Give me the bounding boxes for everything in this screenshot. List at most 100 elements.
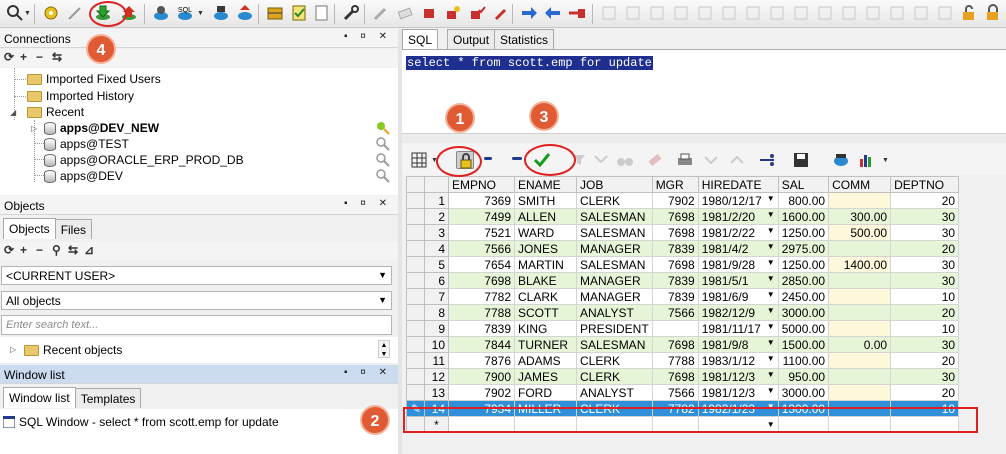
chevron-down-icon[interactable]: ▼ xyxy=(767,194,775,203)
refresh-icon[interactable]: ⟳ xyxy=(4,50,14,64)
filter-icon[interactable]: ⊿ xyxy=(84,243,94,257)
table-row[interactable]: 6 7698 BLAKE MANAGER 7839 1981/5/1 ▼ 2850.00 30 xyxy=(406,272,960,289)
column-header-ename[interactable]: ENAME xyxy=(514,176,577,193)
cell-job[interactable]: MANAGER xyxy=(576,240,653,257)
cell-ename[interactable]: SMITH xyxy=(514,192,577,209)
cell-deptno[interactable]: 20 xyxy=(890,384,960,401)
table-row[interactable]: 2 7499 ALLEN SALESMAN 7698 1981/2/20 ▼ 1600.00 3… xyxy=(406,208,960,225)
connection-apps-oracle-erp-prod-db[interactable]: apps@ORACLE_ERP_PROD_DB xyxy=(44,152,244,168)
cell-job[interactable]: SALESMAN xyxy=(576,256,653,273)
row-indicator[interactable] xyxy=(406,384,425,401)
cell-sal[interactable]: 1250.00 xyxy=(777,224,830,241)
cell-comm[interactable] xyxy=(828,240,892,257)
cell-deptno[interactable]: 20 xyxy=(890,352,960,369)
cell-deptno[interactable]: 30 xyxy=(890,368,960,385)
cell-hiredate[interactable]: 1981/4/2 ▼ xyxy=(697,240,779,257)
cell-empno[interactable]: 7698 xyxy=(448,272,515,289)
cell-ename[interactable]: TURNER xyxy=(514,336,577,353)
cell-mgr[interactable]: 7788 xyxy=(651,352,699,369)
cell-job[interactable]: SALESMAN xyxy=(576,224,653,241)
db-sql-icon[interactable] xyxy=(152,4,170,22)
cell-mgr[interactable]: 7698 xyxy=(651,336,699,353)
chevron-down-icon[interactable]: ▼ xyxy=(767,370,775,379)
sort-icon[interactable] xyxy=(592,151,610,169)
cell-mgr[interactable]: 7566 xyxy=(651,304,699,321)
connection-apps-dev[interactable]: apps@DEV xyxy=(44,168,123,184)
eraser-icon[interactable] xyxy=(396,4,414,22)
tab-output[interactable]: Output xyxy=(447,29,496,49)
tab-templates[interactable]: Templates xyxy=(74,388,142,408)
db-export-icon[interactable] xyxy=(236,4,254,22)
editor-splitter[interactable] xyxy=(402,133,1006,143)
red-yellow-tool-icon[interactable] xyxy=(444,4,462,22)
cell-mgr[interactable]: 7698 xyxy=(651,224,699,241)
column-header-empno[interactable]: EMPNO xyxy=(448,176,515,193)
refresh-icon[interactable]: ⟳ xyxy=(4,243,14,257)
tab-sql[interactable]: SQL xyxy=(402,29,439,50)
cell-deptno[interactable]: 20 xyxy=(890,192,960,209)
chevron-down-icon[interactable]: ▼ xyxy=(767,258,775,267)
cell-deptno[interactable]: 30 xyxy=(890,336,960,353)
brush-icon[interactable] xyxy=(372,4,390,22)
binoculars-icon[interactable] xyxy=(616,151,634,169)
table-row[interactable]: 9 7839 KING PRESIDENT 1981/11/17 ▼ 5000.00 10 xyxy=(406,320,960,337)
cell-empno[interactable]: 7900 xyxy=(448,368,515,385)
wand-icon[interactable] xyxy=(66,4,84,22)
delete-record-icon[interactable] xyxy=(512,157,522,160)
column-header-mgr[interactable]: MGR xyxy=(651,176,699,193)
red-pen-icon[interactable] xyxy=(492,4,510,22)
disabled-tool-icon-11[interactable] xyxy=(840,4,858,22)
cell-ename[interactable]: BLAKE xyxy=(514,272,577,289)
object-filter-combo[interactable]: All objects ▼ xyxy=(1,291,392,310)
cell-sal[interactable]: 800.00 xyxy=(777,192,830,209)
red-check-tool-icon[interactable] xyxy=(468,4,486,22)
cell-deptno[interactable]: 10 xyxy=(890,320,960,337)
chevron-down-icon[interactable]: ▼ xyxy=(767,354,775,363)
table-row[interactable]: 4 7566 JONES MANAGER 7839 1981/4/2 ▼ 2975.00 20 xyxy=(406,240,960,257)
tree-item-imported-fixed-users[interactable]: Imported Fixed Users xyxy=(27,71,161,87)
cell-mgr[interactable]: 7902 xyxy=(651,192,699,209)
cell-ename[interactable]: CLARK xyxy=(514,288,577,305)
cell-empno[interactable]: 7521 xyxy=(448,224,515,241)
pane-controls[interactable]: ▪ ¤ ✕ xyxy=(344,198,392,209)
cell-hiredate[interactable]: 1981/12/3 ▼ xyxy=(697,368,779,385)
expand-icon[interactable]: ▷ xyxy=(31,124,37,133)
disabled-tool-icon-14[interactable] xyxy=(912,4,930,22)
cell-hiredate[interactable]: 1981/5/1 ▼ xyxy=(697,272,779,289)
table-row[interactable]: 7 7782 CLARK MANAGER 7839 1981/6/9 ▼ 2450.00 10 xyxy=(406,288,960,305)
cell-hiredate[interactable]: 1981/2/20 ▼ xyxy=(697,208,779,225)
table-row[interactable]: 12 7900 JAMES CLERK 7698 1981/12/3 ▼ 950.00 30 xyxy=(406,368,960,385)
table-row[interactable]: 5 7654 MARTIN SALESMAN 7698 1981/9/28 ▼ 1250.00… xyxy=(406,256,960,273)
cell-job[interactable]: CLERK xyxy=(576,352,653,369)
window-list-item[interactable]: SQL Window - select * from scott.emp for… xyxy=(3,414,279,430)
row-indicator[interactable] xyxy=(406,352,425,369)
cell-job[interactable]: CLERK xyxy=(576,192,653,209)
cell-sal[interactable]: 2850.00 xyxy=(777,272,830,289)
cell-comm[interactable]: 1400.00 xyxy=(828,256,892,273)
scrollbar[interactable]: ▲ ▼ xyxy=(378,340,390,358)
gear-icon[interactable] xyxy=(42,4,60,22)
cell-comm[interactable]: 500.00 xyxy=(828,224,892,241)
column-header-hiredate[interactable]: HIREDATE xyxy=(697,176,779,193)
lock-closed-icon[interactable] xyxy=(984,4,1002,22)
cell-empno[interactable]: 7839 xyxy=(448,320,515,337)
pane-controls[interactable]: ▪ ¤ ✕ xyxy=(344,367,392,378)
cell-empno[interactable]: 7876 xyxy=(448,352,515,369)
cell-deptno[interactable]: 30 xyxy=(890,224,960,241)
cell-mgr[interactable]: 7698 xyxy=(651,256,699,273)
cell-ename[interactable]: WARD xyxy=(514,224,577,241)
cell-deptno[interactable]: 20 xyxy=(890,240,960,257)
cell-ename[interactable]: ADAMS xyxy=(514,352,577,369)
cell-sal[interactable]: 2975.00 xyxy=(777,240,830,257)
tab-window-list[interactable]: Window list xyxy=(3,387,76,408)
cell-mgr[interactable] xyxy=(651,320,699,337)
connect-icon[interactable]: ⇆ xyxy=(68,243,78,257)
table-row[interactable]: 11 7876 ADAMS CLERK 7788 1983/1/12 ▼ 1100.00 20 xyxy=(406,352,960,369)
row-indicator[interactable] xyxy=(406,288,425,305)
cell-job[interactable]: PRESIDENT xyxy=(576,320,653,337)
cell-job[interactable]: SALESMAN xyxy=(576,208,653,225)
cell-empno[interactable]: 7788 xyxy=(448,304,515,321)
db-sql-text-icon[interactable]: SQL xyxy=(176,4,194,22)
cell-deptno[interactable]: 10 xyxy=(890,288,960,305)
chevron-down-icon[interactable]: ▼ xyxy=(767,274,775,283)
